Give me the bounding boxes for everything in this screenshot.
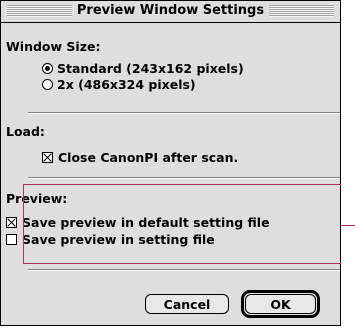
- title-bar[interactable]: Preview Window Settings: [1, 1, 340, 23]
- checkbox-empty-icon: [6, 234, 17, 245]
- dialog-title: Preview Window Settings: [71, 3, 270, 18]
- preview-highlight-frame: [23, 184, 341, 264]
- radio-standard[interactable]: Standard (243x162 pixels): [42, 61, 244, 76]
- radio-2x[interactable]: 2x (486x324 pixels): [42, 77, 196, 92]
- separator: [28, 177, 340, 179]
- checkbox-close-canonpi[interactable]: Close CanonPI after scan.: [42, 150, 238, 165]
- checkbox-checked-icon: [42, 152, 53, 163]
- window-size-label: Window Size:: [6, 39, 101, 54]
- ok-button[interactable]: OK: [245, 294, 316, 314]
- radio-button-empty-icon: [42, 79, 53, 90]
- separator: [28, 112, 340, 114]
- checkbox-close-canonpi-label: Close CanonPI after scan.: [58, 150, 239, 165]
- callout-line: [341, 225, 355, 226]
- radio-2x-label: 2x (486x324 pixels): [57, 77, 196, 92]
- preview-window-settings-dialog: Preview Window Settings Window Size: Sta…: [0, 0, 341, 326]
- load-label: Load:: [6, 124, 45, 139]
- radio-standard-label: Standard (243x162 pixels): [57, 61, 244, 76]
- radio-button-selected-icon: [42, 63, 53, 74]
- separator: [28, 269, 340, 271]
- checkbox-checked-icon: [6, 217, 17, 228]
- cancel-button[interactable]: Cancel: [145, 294, 229, 314]
